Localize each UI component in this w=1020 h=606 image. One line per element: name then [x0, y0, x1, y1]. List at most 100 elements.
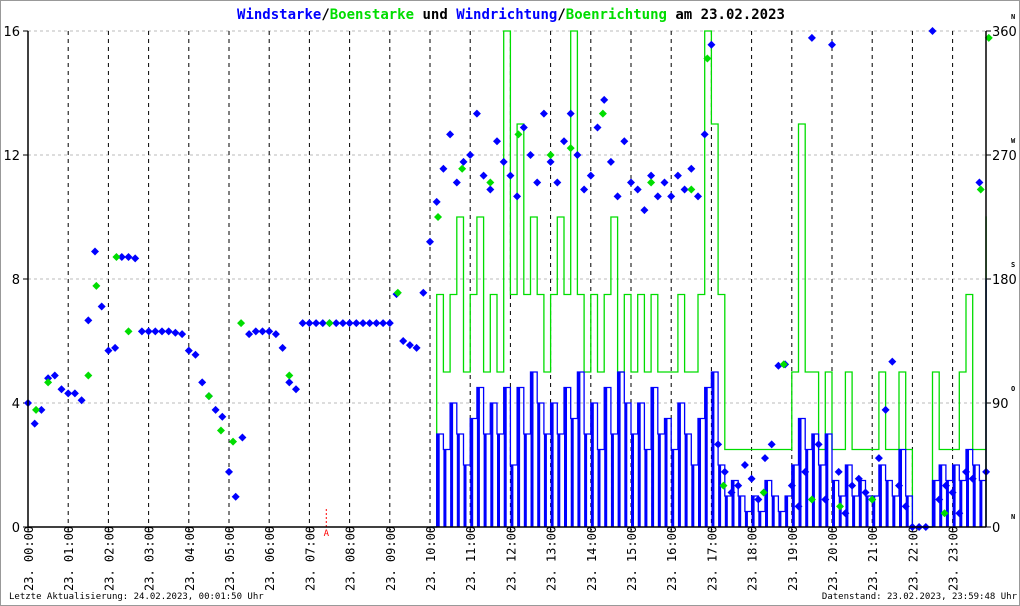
y-tick-label-right: 180: [992, 273, 1017, 288]
direction-point-windrichtung: [694, 192, 702, 201]
direction-point-windrichtung: [285, 378, 294, 387]
direction-point-windrichtung: [539, 109, 548, 118]
direction-point-windrichtung: [734, 481, 743, 490]
direction-point-windrichtung: [566, 109, 575, 118]
wind-speed-bar: [564, 387, 568, 527]
footer-data-state: Datenstand: 23.02.2023, 23:59:48 Uhr: [821, 592, 1017, 602]
direction-point-windrichtung: [580, 185, 589, 194]
direction-point-boenrichtung: [216, 426, 225, 435]
footer-last-update: Letzte Aktualisierung: 24.02.2023, 00:01…: [9, 592, 264, 602]
direction-point-windrichtung: [30, 419, 39, 428]
wind-speed-bar: [557, 434, 561, 527]
x-tick-label: 23. 00:00: [22, 526, 36, 591]
wind-speed-bar: [631, 434, 635, 527]
x-tick-label: 23. 09:00: [384, 526, 398, 591]
direction-point-boenrichtung: [44, 378, 53, 387]
direction-point-windrichtung: [231, 492, 240, 501]
direction-point-boenrichtung: [204, 392, 213, 401]
direction-point-boenrichtung: [434, 213, 443, 221]
wind-speed-bar: [979, 480, 983, 527]
wind-speed-bar: [778, 511, 782, 527]
direction-point-windrichtung: [647, 171, 656, 180]
wind-speed-bar: [771, 496, 775, 527]
direction-point-windrichtung: [171, 328, 180, 337]
direction-point-windrichtung: [124, 252, 133, 261]
wind-speed-bar: [483, 434, 487, 527]
wind-speed-bar: [677, 403, 681, 527]
direction-point-windrichtung: [740, 461, 749, 469]
title-part: Windstarke: [237, 7, 321, 23]
x-tick-label: 23. 19:00: [786, 526, 800, 591]
direction-point-boenrichtung: [598, 109, 607, 118]
wind-speed-bar: [597, 449, 601, 527]
wind-speed-bar: [456, 434, 460, 527]
wind-speed-bar: [610, 434, 614, 527]
direction-point-boenrichtung: [285, 371, 294, 380]
wind-speed-bar: [570, 418, 574, 527]
direction-point-windrichtung: [593, 123, 602, 132]
wind-speed-bar: [637, 403, 641, 527]
wind-speed-bar: [490, 403, 494, 527]
direction-point-boenrichtung: [514, 130, 523, 139]
title-part: Boenrichtung: [566, 7, 667, 23]
direction-point-windrichtung: [70, 389, 79, 398]
wind-speed-bar: [443, 449, 447, 527]
wind-speed-bar: [805, 449, 809, 527]
direction-point-windrichtung: [426, 237, 434, 246]
wind-speed-bar: [651, 387, 655, 527]
wind-speed-bar: [657, 434, 661, 527]
direction-point-windrichtung: [131, 254, 140, 263]
direction-point-windrichtung: [97, 302, 106, 311]
direction-point-windrichtung: [546, 157, 555, 166]
wind-speed-bar: [966, 449, 970, 527]
wind-speed-bar: [463, 465, 467, 527]
direction-point-windrichtung: [707, 40, 716, 49]
direction-point-windrichtung: [184, 346, 193, 355]
direction-point-windrichtung: [553, 178, 562, 187]
direction-point-windrichtung: [472, 109, 481, 118]
wind-speed-bar: [811, 434, 815, 527]
x-tick-label: 23. 03:00: [143, 526, 157, 591]
x-tick-label: 23. 16:00: [665, 526, 679, 591]
wind-speed-bar: [530, 372, 534, 527]
wind-speed-bar: [878, 465, 882, 527]
direction-point-boenrichtung: [124, 327, 133, 336]
x-tick-label: 23. 20:00: [826, 526, 840, 591]
wind-speed-bar: [537, 403, 541, 527]
direction-point-windrichtung: [191, 350, 200, 359]
wind-speed-bar: [436, 434, 440, 527]
x-tick-label: 23. 02:00: [102, 526, 116, 591]
x-tick-label: 23. 23:00: [947, 526, 961, 591]
wind-speed-bar: [785, 496, 789, 527]
direction-point-windrichtung: [486, 185, 495, 194]
direction-point-windrichtung: [513, 192, 522, 201]
direction-point-windrichtung: [432, 197, 441, 206]
direction-point-boenrichtung: [237, 319, 246, 328]
wind-speed-bar: [523, 434, 527, 527]
wind-speed-bar: [791, 465, 795, 527]
wind-speed-bar: [892, 496, 896, 527]
wind-speed-bar: [476, 387, 480, 527]
wind-speed-bar: [932, 480, 936, 527]
wind-speed-bar: [604, 387, 608, 527]
wind-speed-bar: [972, 465, 976, 527]
x-tick-label: 23. 14:00: [585, 526, 599, 591]
direction-point-windrichtung: [714, 440, 723, 449]
wind-speed-bar: [845, 465, 849, 527]
wind-speed-bar: [664, 418, 668, 527]
direction-point-windrichtung: [627, 178, 635, 187]
wind-speed-bar: [691, 465, 695, 527]
chart-svg: Windstarke/Boenstarke und Windrichtung/B…: [3, 7, 1017, 591]
direction-point-boenrichtung: [229, 437, 238, 446]
y-tick-label-right: 360: [992, 25, 1017, 40]
direction-point-windrichtung: [600, 95, 609, 104]
direction-point-boenrichtung: [566, 144, 575, 153]
wind-speed-bar: [731, 480, 735, 527]
x-tick-label: 23. 18:00: [746, 526, 760, 591]
wind-chart: Windstarke/Boenstarke und Windrichtung/B…: [0, 0, 1020, 606]
direction-point-boenrichtung: [687, 185, 696, 194]
wind-speed-bar: [624, 403, 628, 527]
title-part: am 23.02.2023: [667, 7, 785, 23]
direction-point-windrichtung: [881, 405, 890, 414]
wind-speed-bar: [671, 449, 675, 527]
